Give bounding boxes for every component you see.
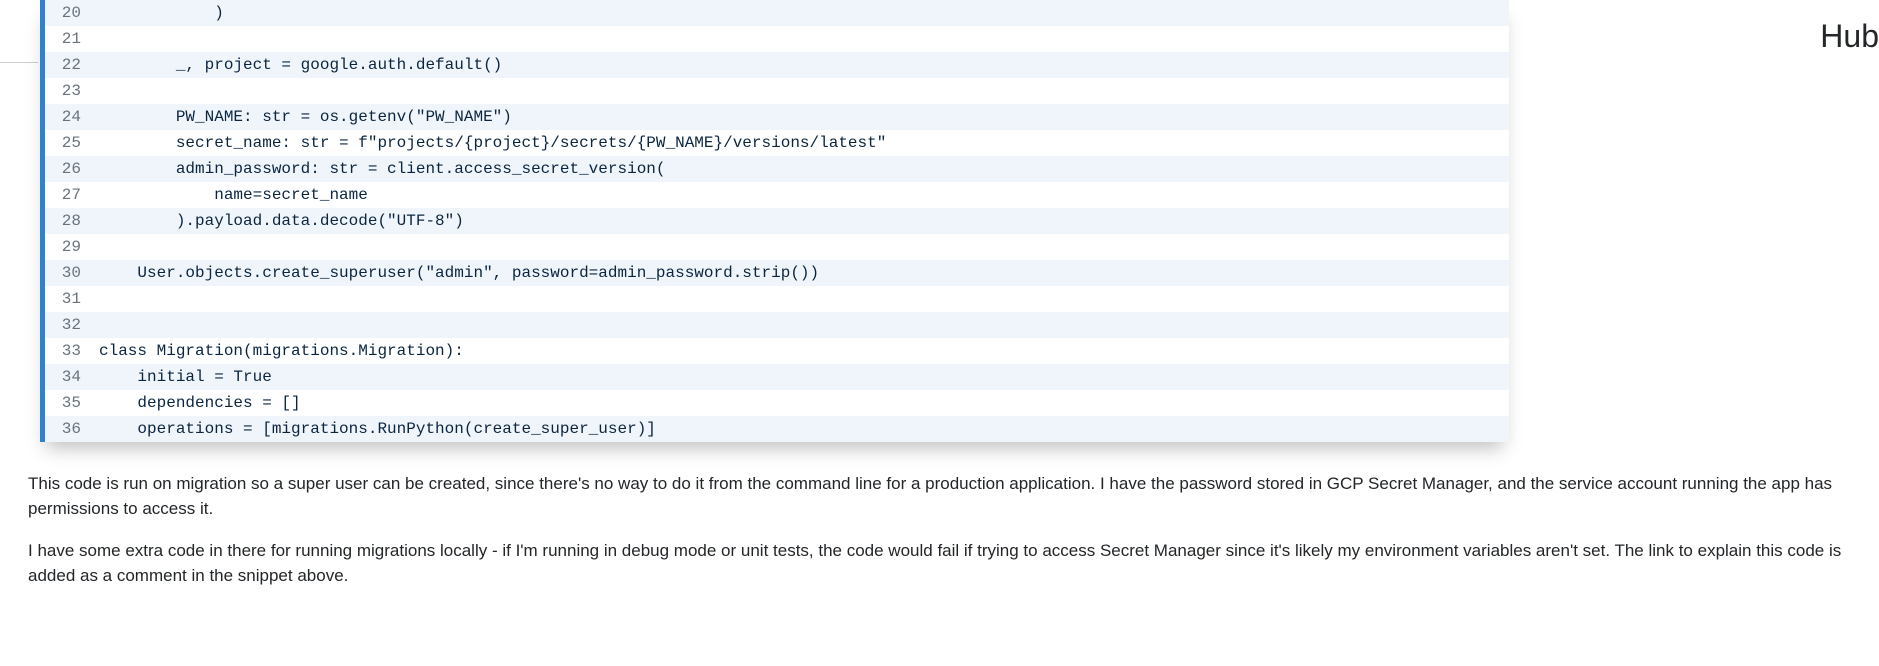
code-line: 33class Migration(migrations.Migration): bbox=[45, 338, 1509, 364]
line-text: secret_name: str = f"projects/{project}/… bbox=[93, 130, 886, 156]
line-text: User.objects.create_superuser("admin", p… bbox=[93, 260, 819, 286]
code-line: 29 bbox=[45, 234, 1509, 260]
line-text: operations = [migrations.RunPython(creat… bbox=[93, 416, 656, 442]
code-line: 32 bbox=[45, 312, 1509, 338]
code-line: 27 name=secret_name bbox=[45, 182, 1509, 208]
code-line: 35 dependencies = [] bbox=[45, 390, 1509, 416]
code-line: 34 initial = True bbox=[45, 364, 1509, 390]
line-number: 21 bbox=[45, 26, 93, 52]
code-line: 25 secret_name: str = f"projects/{projec… bbox=[45, 130, 1509, 156]
line-number: 36 bbox=[45, 416, 93, 442]
line-number: 23 bbox=[45, 78, 93, 104]
line-text: admin_password: str = client.access_secr… bbox=[93, 156, 666, 182]
line-number: 20 bbox=[45, 0, 93, 26]
line-number: 30 bbox=[45, 260, 93, 286]
decorative-border bbox=[0, 62, 38, 63]
line-text: PW_NAME: str = os.getenv("PW_NAME") bbox=[93, 104, 512, 130]
code-line: 24 PW_NAME: str = os.getenv("PW_NAME") bbox=[45, 104, 1509, 130]
code-line: 20 ) bbox=[45, 0, 1509, 26]
page-fragment-hub: Hub bbox=[1820, 12, 1879, 60]
line-number: 25 bbox=[45, 130, 93, 156]
line-text: ).payload.data.decode("UTF-8") bbox=[93, 208, 464, 234]
code-line: 26 admin_password: str = client.access_s… bbox=[45, 156, 1509, 182]
code-line: 22 _, project = google.auth.default() bbox=[45, 52, 1509, 78]
line-number: 26 bbox=[45, 156, 93, 182]
line-text: ) bbox=[93, 0, 224, 26]
line-number: 31 bbox=[45, 286, 93, 312]
line-number: 27 bbox=[45, 182, 93, 208]
line-number: 22 bbox=[45, 52, 93, 78]
line-text: dependencies = [] bbox=[93, 390, 301, 416]
line-text: initial = True bbox=[93, 364, 272, 390]
line-text bbox=[93, 78, 99, 104]
code-block: 20 )2122 _, project = google.auth.defaul… bbox=[40, 0, 1509, 442]
line-number: 24 bbox=[45, 104, 93, 130]
article-prose: This code is run on migration so a super… bbox=[28, 472, 1851, 589]
line-text bbox=[93, 312, 99, 338]
line-number: 29 bbox=[45, 234, 93, 260]
line-number: 35 bbox=[45, 390, 93, 416]
line-number: 32 bbox=[45, 312, 93, 338]
line-text: class Migration(migrations.Migration): bbox=[93, 338, 464, 364]
line-text bbox=[93, 234, 99, 260]
code-line: 21 bbox=[45, 26, 1509, 52]
line-number: 28 bbox=[45, 208, 93, 234]
code-line: 30 User.objects.create_superuser("admin"… bbox=[45, 260, 1509, 286]
line-text bbox=[93, 26, 99, 52]
code-line: 23 bbox=[45, 78, 1509, 104]
line-text bbox=[93, 286, 99, 312]
prose-paragraph: This code is run on migration so a super… bbox=[28, 472, 1851, 521]
line-number: 33 bbox=[45, 338, 93, 364]
code-line: 28 ).payload.data.decode("UTF-8") bbox=[45, 208, 1509, 234]
prose-paragraph: I have some extra code in there for runn… bbox=[28, 539, 1851, 588]
line-number: 34 bbox=[45, 364, 93, 390]
line-text: _, project = google.auth.default() bbox=[93, 52, 502, 78]
code-line: 36 operations = [migrations.RunPython(cr… bbox=[45, 416, 1509, 442]
line-text: name=secret_name bbox=[93, 182, 368, 208]
code-line: 31 bbox=[45, 286, 1509, 312]
